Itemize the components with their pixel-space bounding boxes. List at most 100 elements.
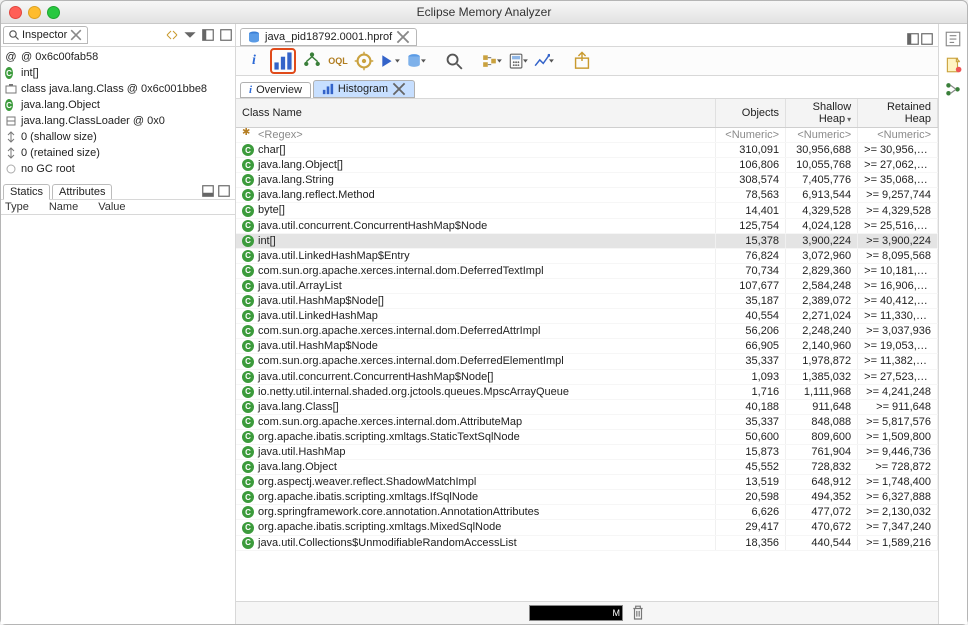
- close-icon[interactable]: [69, 28, 83, 42]
- shallow-heap-cell: 911,648: [786, 399, 858, 414]
- minimize-window-button[interactable]: [28, 6, 41, 19]
- close-icon[interactable]: [392, 82, 406, 96]
- table-row[interactable]: Corg.apache.ibatis.scripting.xmltags.Mix…: [236, 520, 938, 535]
- query-browser-button[interactable]: [406, 51, 426, 71]
- retained-heap-cell: >= 6,327,888: [858, 490, 938, 505]
- table-row[interactable]: Cjava.lang.Class[]40,188911,648>= 911,64…: [236, 399, 938, 414]
- calculate-retained-button[interactable]: [508, 51, 528, 71]
- minimize-subpanel-icon[interactable]: [201, 184, 215, 198]
- editor-file-tab[interactable]: java_pid18792.0001.hprof: [240, 28, 417, 46]
- tab-overview[interactable]: i Overview: [240, 82, 311, 98]
- retained-size-label: 0 (retained size): [21, 147, 100, 159]
- table-row[interactable]: Cjava.util.LinkedHashMap40,5542,271,024>…: [236, 309, 938, 324]
- navigation-history-button[interactable]: [944, 30, 962, 48]
- table-row[interactable]: Cjava.util.LinkedHashMap$Entry76,8243,07…: [236, 248, 938, 263]
- table-row[interactable]: Cjava.util.HashMap15,873761,904>= 9,446,…: [236, 444, 938, 459]
- dominator-tree-button[interactable]: [302, 51, 322, 71]
- class-ref-row[interactable]: class java.lang.Class @ 0x6c001bbe8: [1, 81, 235, 97]
- window-title: Eclipse Memory Analyzer: [417, 5, 552, 19]
- histogram-tool-button[interactable]: [270, 48, 296, 74]
- notes-button[interactable]: [944, 56, 962, 74]
- tab-histogram[interactable]: Histogram: [313, 80, 415, 98]
- heap-memory-indicator[interactable]: M: [529, 605, 623, 621]
- table-row[interactable]: Corg.aspectj.weaver.reflect.ShadowMatchI…: [236, 475, 938, 490]
- minimize-editor-icon[interactable]: [906, 32, 920, 46]
- table-row[interactable]: Cbyte[]14,4014,329,528>= 4,329,528: [236, 203, 938, 218]
- minimize-panel-icon[interactable]: [201, 28, 215, 42]
- maximize-panel-icon[interactable]: [219, 28, 233, 42]
- table-row[interactable]: Cjava.lang.reflect.Method78,5636,913,544…: [236, 188, 938, 203]
- table-row[interactable]: Cjava.lang.Object[]106,80610,055,768>= 2…: [236, 158, 938, 173]
- table-row[interactable]: Cjava.util.HashMap$Node66,9052,140,960>=…: [236, 339, 938, 354]
- inspector-tab[interactable]: Inspector: [3, 26, 88, 44]
- run-report-button[interactable]: [380, 51, 400, 71]
- class-icon: C: [242, 522, 254, 534]
- zoom-window-button[interactable]: [47, 6, 60, 19]
- shallow-heap-cell: 761,904: [786, 444, 858, 459]
- filter-numeric-cell[interactable]: <Numeric>: [786, 128, 858, 143]
- properties-empty: [1, 215, 235, 624]
- table-row[interactable]: Corg.apache.ibatis.scripting.xmltags.IfS…: [236, 490, 938, 505]
- filter-numeric-cell[interactable]: <Numeric>: [858, 128, 938, 143]
- compare-button[interactable]: [534, 51, 554, 71]
- maximize-subpanel-icon[interactable]: [217, 184, 231, 198]
- search-button[interactable]: [444, 51, 464, 71]
- col-objects[interactable]: Objects: [715, 99, 785, 128]
- objects-cell: 310,091: [715, 143, 785, 158]
- col-shallow-heap[interactable]: Shallow Heap▾: [786, 99, 858, 128]
- link-with-editor-icon[interactable]: [165, 28, 179, 42]
- inspector-panel: Inspector: [1, 24, 236, 624]
- col-class-name[interactable]: Class Name: [236, 99, 715, 128]
- class-row[interactable]: C int[]: [1, 65, 235, 81]
- table-row[interactable]: Cjava.util.Collections$UnmodifiableRando…: [236, 535, 938, 550]
- table-row[interactable]: Cjava.lang.String308,5747,405,776>= 35,0…: [236, 173, 938, 188]
- table-row[interactable]: Corg.apache.ibatis.scripting.xmltags.Sta…: [236, 429, 938, 444]
- table-row[interactable]: Cjava.util.concurrent.ConcurrentHashMap$…: [236, 369, 938, 384]
- view-menu-icon[interactable]: [183, 28, 197, 42]
- shallow-heap-cell: 2,389,072: [786, 294, 858, 309]
- table-row[interactable]: Ccom.sun.org.apache.xerces.internal.dom.…: [236, 263, 938, 278]
- filter-regex-cell[interactable]: <Regex>: [236, 128, 715, 143]
- objects-cell: 50,600: [715, 429, 785, 444]
- table-row[interactable]: Cjava.util.HashMap$Node[]35,1872,389,072…: [236, 294, 938, 309]
- object-address-row[interactable]: @ @ 0x6c00fab58: [1, 49, 235, 65]
- filter-numeric-cell[interactable]: <Numeric>: [715, 128, 785, 143]
- superclass-row[interactable]: C java.lang.Object: [1, 97, 235, 113]
- filter-row[interactable]: <Regex> <Numeric> <Numeric> <Numeric>: [236, 128, 938, 143]
- export-button[interactable]: [572, 51, 592, 71]
- shallow-heap-cell: 3,072,960: [786, 248, 858, 263]
- thread-overview-button[interactable]: [354, 51, 374, 71]
- table-row[interactable]: Cjava.util.ArrayList107,6772,584,248>= 1…: [236, 278, 938, 293]
- retained-heap-cell: >= 1,748,400: [858, 475, 938, 490]
- group-by-button[interactable]: [482, 51, 502, 71]
- objects-cell: 308,574: [715, 173, 785, 188]
- table-row[interactable]: Cchar[]310,09130,956,688>= 30,956,688: [236, 143, 938, 158]
- close-icon[interactable]: [396, 30, 410, 44]
- table-row[interactable]: Cjava.util.concurrent.ConcurrentHashMap$…: [236, 218, 938, 233]
- class-icon: C: [242, 174, 254, 186]
- table-row[interactable]: Ccom.sun.org.apache.xerces.internal.dom.…: [236, 354, 938, 369]
- compare-basket-button[interactable]: [944, 82, 962, 100]
- tab-statics[interactable]: Statics: [3, 184, 50, 200]
- table-row[interactable]: Cint[]15,3783,900,224>= 3,900,224: [236, 233, 938, 248]
- shallow-size-row[interactable]: 0 (shallow size): [1, 129, 235, 145]
- table-row[interactable]: Cio.netty.util.internal.shaded.org.jctoo…: [236, 384, 938, 399]
- run-gc-button[interactable]: [631, 606, 645, 620]
- tab-attributes[interactable]: Attributes: [52, 184, 112, 199]
- table-row[interactable]: Corg.springframework.core.annotation.Ann…: [236, 505, 938, 520]
- inspector-tab-label: Inspector: [22, 29, 67, 41]
- histogram-table-wrap[interactable]: Class Name Objects Shallow Heap▾ Retaine…: [236, 99, 938, 601]
- objects-cell: 1,716: [715, 384, 785, 399]
- maximize-editor-icon[interactable]: [920, 32, 934, 46]
- statusbar: M: [236, 601, 938, 624]
- close-window-button[interactable]: [9, 6, 22, 19]
- gcroot-row[interactable]: no GC root: [1, 161, 235, 177]
- overview-tool-button[interactable]: i: [244, 51, 264, 71]
- retained-size-row[interactable]: 0 (retained size): [1, 145, 235, 161]
- table-row[interactable]: Ccom.sun.org.apache.xerces.internal.dom.…: [236, 324, 938, 339]
- classloader-row[interactable]: java.lang.ClassLoader @ 0x0: [1, 113, 235, 129]
- col-retained-heap[interactable]: Retained Heap: [858, 99, 938, 128]
- table-row[interactable]: Cjava.lang.Object45,552728,832>= 728,872: [236, 460, 938, 475]
- oql-button[interactable]: OQL: [328, 51, 348, 71]
- table-row[interactable]: Ccom.sun.org.apache.xerces.internal.dom.…: [236, 414, 938, 429]
